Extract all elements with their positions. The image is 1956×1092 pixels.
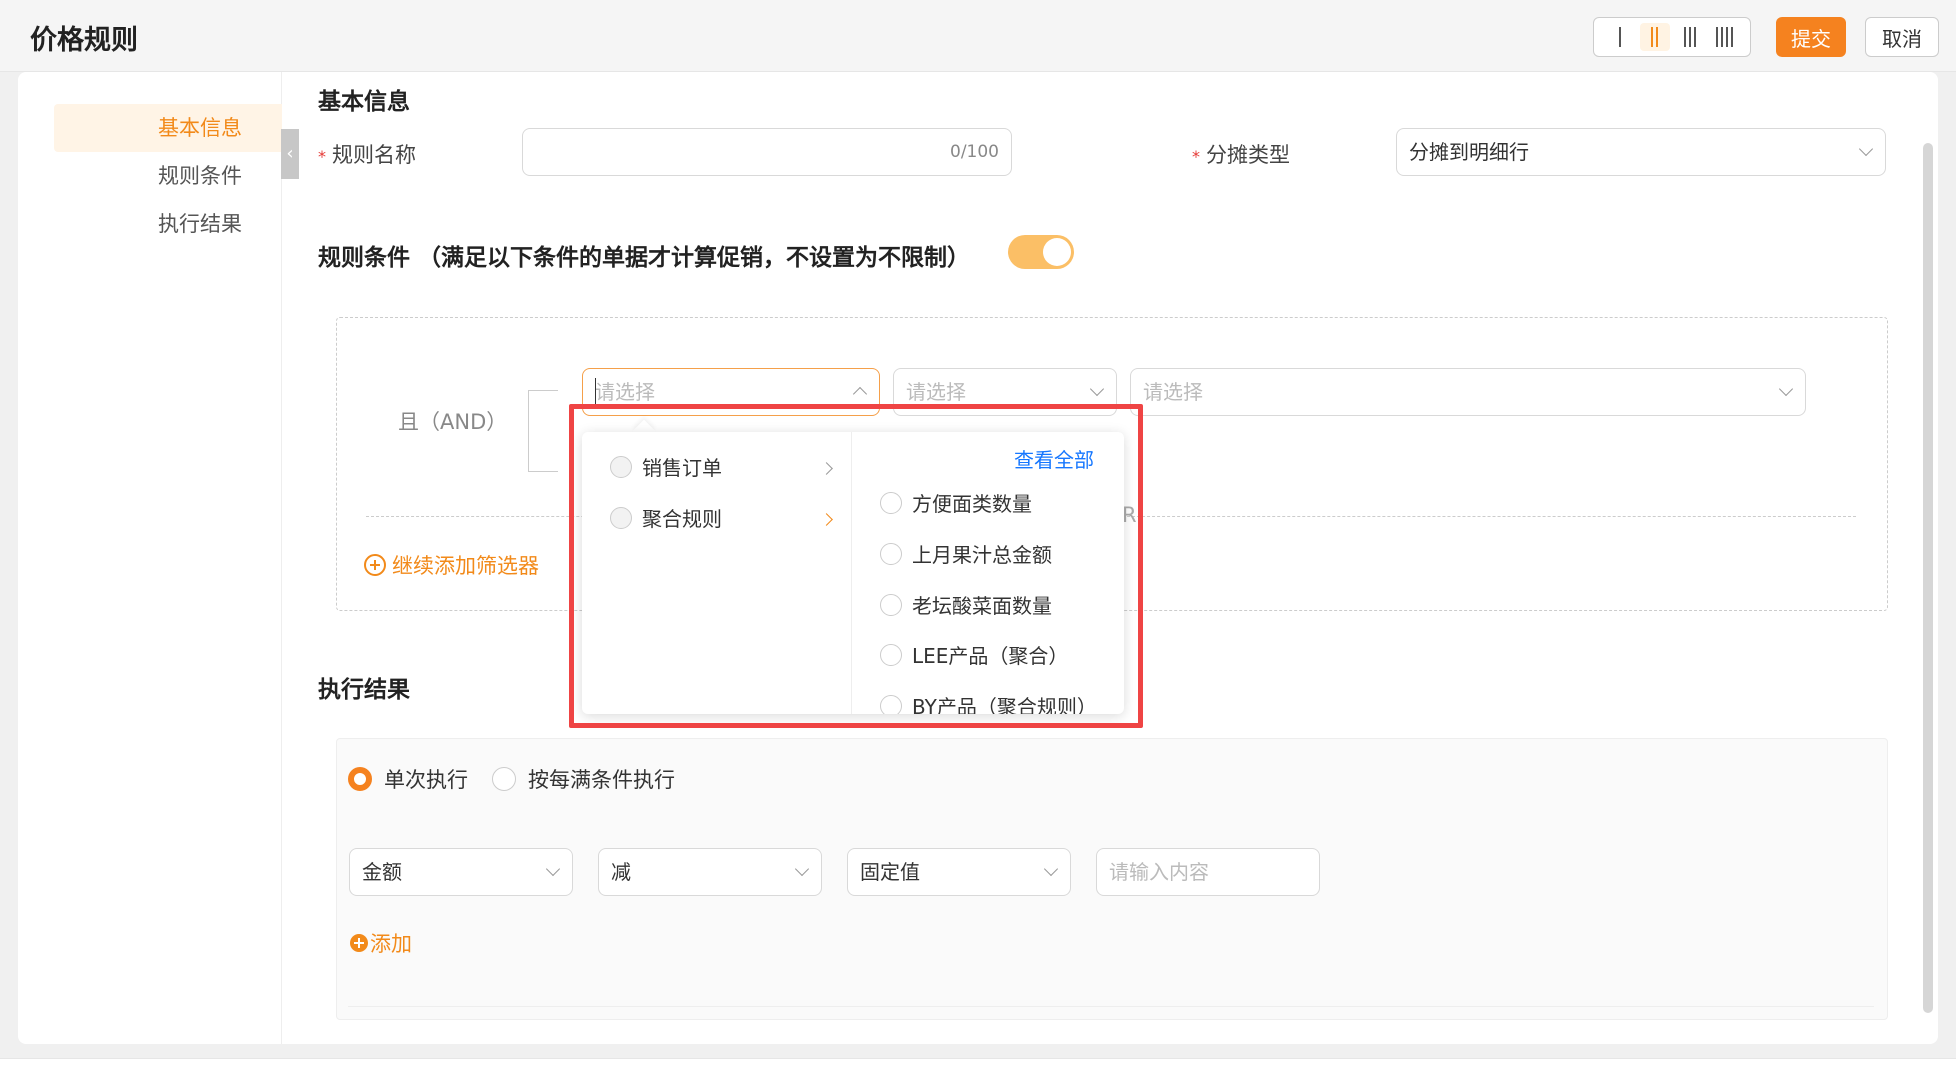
execution-divider — [348, 1006, 1874, 1007]
rule-name-label: * 规则名称 — [318, 143, 416, 167]
chevron-down-icon — [1858, 141, 1874, 157]
two-column-option[interactable] — [1639, 23, 1670, 51]
chevron-left-icon: ‹ — [286, 143, 294, 164]
rule-name-input[interactable]: 0/100 — [522, 128, 1012, 176]
chevron-down-icon — [1089, 381, 1105, 397]
chevron-down-icon — [1778, 381, 1794, 397]
one-column-option[interactable] — [1605, 23, 1635, 51]
toggle-knob — [1043, 238, 1071, 266]
bottom-strip — [0, 1058, 1956, 1092]
amount-input[interactable]: 请输入内容 — [1096, 848, 1320, 896]
plus-icon — [350, 934, 368, 952]
required-asterisk: * — [318, 147, 326, 166]
text-cursor — [595, 378, 596, 404]
radio-each-condition-execution[interactable]: 按每满条件执行 — [492, 764, 675, 794]
and-label: 且（AND） — [398, 410, 508, 434]
anchor-nav: 基本信息 规则条件 执行结果 — [18, 72, 282, 1044]
alloc-type-label: * 分摊类型 — [1192, 143, 1290, 167]
annotation-highlight-box — [569, 404, 1143, 728]
page-title: 价格规则 — [30, 25, 138, 56]
conditions-toggle[interactable] — [1008, 235, 1074, 269]
chevron-down-icon — [545, 861, 561, 877]
submit-button[interactable]: 提交 — [1776, 17, 1846, 57]
add-filter-button[interactable]: 继续添加筛选器 — [364, 550, 539, 580]
add-action-button[interactable]: 添加 — [350, 928, 412, 958]
collapse-nav-button[interactable]: ‹ — [281, 129, 299, 179]
alloc-type-select[interactable]: 分摊到明细行 — [1396, 128, 1886, 176]
nav-item-rule-conditions[interactable]: 规则条件 — [54, 152, 282, 200]
plus-circle-icon — [364, 554, 386, 576]
cancel-button[interactable]: 取消 — [1865, 17, 1939, 57]
value-select[interactable]: 请选择 — [1130, 368, 1806, 416]
nav-item-execution-result[interactable]: 执行结果 — [54, 200, 282, 248]
column-layout-switch[interactable] — [1593, 17, 1751, 57]
target-field-select[interactable]: 金额 — [349, 848, 573, 896]
three-column-option[interactable] — [1675, 23, 1705, 51]
required-asterisk: * — [1192, 147, 1200, 166]
nav-item-basic-info[interactable]: 基本信息 — [54, 104, 282, 152]
four-column-option[interactable] — [1710, 23, 1740, 51]
char-counter: 0/100 — [950, 142, 999, 162]
chevron-up-icon — [852, 386, 868, 402]
radio-unchecked-icon — [492, 767, 516, 791]
basic-info-title: 基本信息 — [318, 89, 410, 115]
value-type-select[interactable]: 固定值 — [847, 848, 1071, 896]
logic-bracket — [528, 390, 558, 472]
chevron-down-icon — [794, 861, 810, 877]
chevron-down-icon — [1043, 861, 1059, 877]
top-bar: 价格规则 提交 取消 — [0, 0, 1956, 72]
operation-select[interactable]: 减 — [598, 848, 822, 896]
rule-conditions-title: 规则条件 （满足以下条件的单据才计算促销，不设置为不限制） — [318, 245, 971, 271]
radio-checked-icon — [348, 767, 372, 791]
scrollbar[interactable] — [1923, 143, 1933, 1013]
execution-result-title: 执行结果 — [318, 677, 410, 703]
radio-single-execution[interactable]: 单次执行 — [348, 764, 468, 794]
